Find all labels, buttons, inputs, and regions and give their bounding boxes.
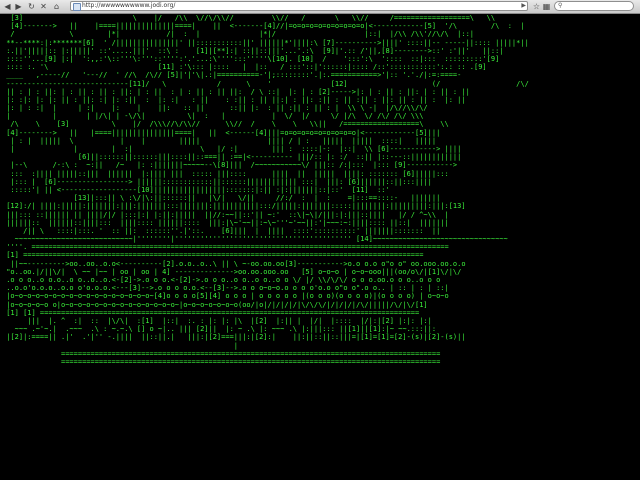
- ascii-line: [4]-------> || |====||||||||||||||====| …: [2, 22, 525, 31]
- ascii-line: |: [2, 341, 239, 350]
- ascii-line: |[2]|:====|| .|' .'|'' -.|||| ||::||.| |…: [2, 333, 466, 342]
- ascii-line: [1] ====================================…: [2, 251, 424, 260]
- go-arrow-icon[interactable]: ▶: [521, 2, 526, 10]
- browser-window: ◀ ▶ ↻ ✕ ⌂ http://wwwwwwwwww.jodi.org/ ▶ …: [0, 0, 640, 480]
- ascii-line: || : | : ||: | : || : || : ||: | : || : …: [2, 87, 470, 96]
- ascii-line: [2, 374, 529, 382]
- ascii-line: :::: :. '\ [11] :'\::: |:::: | |:: / :::…: [2, 63, 487, 72]
- ascii-line: ''''. ==================================…: [2, 243, 449, 252]
- ascii-line: / \ |*| /| : | |*|/ |::| |/\\ /\\'//\/\ …: [2, 30, 475, 39]
- ascii-line: [1] [1] ================================…: [2, 308, 420, 317]
- ascii-line: ::::''...[9] |:| ':,,:'\::'''\:'''::''''…: [2, 54, 500, 63]
- ascii-line: |::: | [6]-----------------> ||||||:::::…: [2, 177, 432, 186]
- ascii-line: ____ ,-----// '---// ' //\ /\// [5]|'|'\…: [2, 71, 462, 80]
- ascii-line: ||~~--------->oo..oo..o.o<----------[2].…: [2, 259, 466, 268]
- search-field[interactable]: ⚲: [554, 1, 634, 11]
- ascii-line: | : | ||||| \ | | ||||| |||| / | : |||||…: [2, 136, 437, 145]
- ascii-line: [12]:/| ||||:|||||:|||||||:|||:|||||||::…: [2, 202, 466, 211]
- bookmark-star-icon[interactable]: ☆: [532, 2, 541, 11]
- ascii-line: "o..oo.|/||\/| \ ~~ |~~ | oo | oo | 4] -…: [2, 267, 462, 276]
- ascii-line: :::::'| || <------------------[10]||||||…: [2, 185, 390, 194]
- forward-arrow-icon[interactable]: ▶: [14, 2, 23, 11]
- ascii-line: :.||'|||||:: |:|||||' ::'.....|||' ::\ :…: [2, 46, 504, 55]
- ascii-line: ..o.o'o.o.o..o.o o'o.o.o.<---[3]-->.o o …: [2, 284, 449, 293]
- ascii-line: -----------------------------[11]/ \ / \…: [2, 79, 529, 88]
- ascii-line: |o~o~o~o~o~o~o~o~o~o~o~o~o~o~o~o~o~[4]o …: [2, 292, 449, 301]
- ascii-line: | | | :| \ |/ :| ||| : ::::|-: |::| \\ […: [2, 145, 462, 153]
- ascii-line: **--****:|:*******[6] ' /|||||||||||||||…: [2, 38, 529, 47]
- ascii-art: [3] \ |/ /\\ \//\/\\// \\// / \ \\// /==…: [2, 14, 529, 391]
- home-icon[interactable]: ⌂: [52, 2, 61, 11]
- ascii-line: .o o o..o o.o..o o..o..o.<-[2]->.o o o.<…: [2, 276, 441, 284]
- ascii-line: [13]|:::|| \ :\/|\:||::::::|| |\/| \/|| …: [2, 194, 441, 203]
- ascii-line: |||::: ::|||||| || ||||/|/ |:::|:| |:||:…: [2, 210, 449, 219]
- ascii-line: ::: :|||| |||||::||| |||||| |:|||| ||| :…: [2, 169, 449, 178]
- ascii-line: ~~~~~~~~~~~~~~~~~~~~~~~~~~~~|''''''''|''…: [2, 235, 508, 244]
- ascii-line: /\ \ [3] \ |/ /\\\//\/\\// \\// / \ \ \\…: [2, 120, 449, 129]
- browser-toolbar: ◀ ▶ ↻ ✕ ⌂ http://wwwwwwwwww.jodi.org/ ▶ …: [0, 0, 640, 14]
- ascii-line: ========================================…: [2, 357, 441, 366]
- ascii-line: ||| |. ^ :| :: |\/\| :[1] |::| :. : |: |…: [2, 316, 432, 325]
- ascii-line: | | | |/\| | -\/\| \| : | | \/ |/ \/ |/\…: [2, 112, 424, 121]
- url-bar[interactable]: http://wwwwwwwwww.jodi.org/ ▶: [70, 1, 528, 11]
- ascii-line: [2, 366, 529, 374]
- ascii-line: [3] \ |/ /\\ \//\/\\// \\// / \ \\// /==…: [2, 14, 496, 22]
- ascii-art-page: [3] \ |/ /\\ \//\/\\// \\// / \ \\// /==…: [0, 14, 640, 480]
- ascii-line: [2, 382, 529, 390]
- stop-icon[interactable]: ✕: [39, 2, 48, 11]
- ascii-line: /|| \ ::::|:::. ' :: ||: ::::::''.|'::. …: [2, 226, 441, 235]
- page-favicon-icon: [73, 3, 81, 11]
- ascii-line: |o~o~o~o~o o|o~o~o~o~o~o~o~o~o~o~o~o~o~o…: [2, 300, 428, 309]
- page-menu-icon[interactable]: ▦: [542, 2, 551, 11]
- back-arrow-icon[interactable]: ◀: [3, 2, 12, 11]
- ascii-line: ~~~ .~'~.| .~~~ .\ : ~.~.\ [] o ~|.. |||…: [2, 325, 437, 334]
- ascii-line: [6]||::::::||::::::|||::::||::===|| :==|…: [2, 153, 462, 162]
- ascii-line: |: | : :| | | :| |: | ||: :: || ::|| |: …: [2, 104, 428, 113]
- ascii-line: [4]--------> || |====|||||||||||||||====…: [2, 128, 441, 137]
- ascii-line: |: :|: |: |: || : ||: :| |: :|| : |: :| …: [2, 95, 466, 104]
- search-icon[interactable]: ⚲: [558, 2, 562, 10]
- ascii-line: |--\ /-:\ : ~:|| /~ |: :|||||||~~~~~--\[…: [2, 161, 458, 170]
- ascii-line: ========================================…: [2, 349, 441, 358]
- reload-icon[interactable]: ↻: [27, 2, 36, 11]
- url-text[interactable]: http://wwwwwwwwww.jodi.org/: [82, 2, 175, 10]
- ascii-line: ||||||:: ||||||::||||::: ||||:::: ||||||…: [2, 218, 449, 227]
